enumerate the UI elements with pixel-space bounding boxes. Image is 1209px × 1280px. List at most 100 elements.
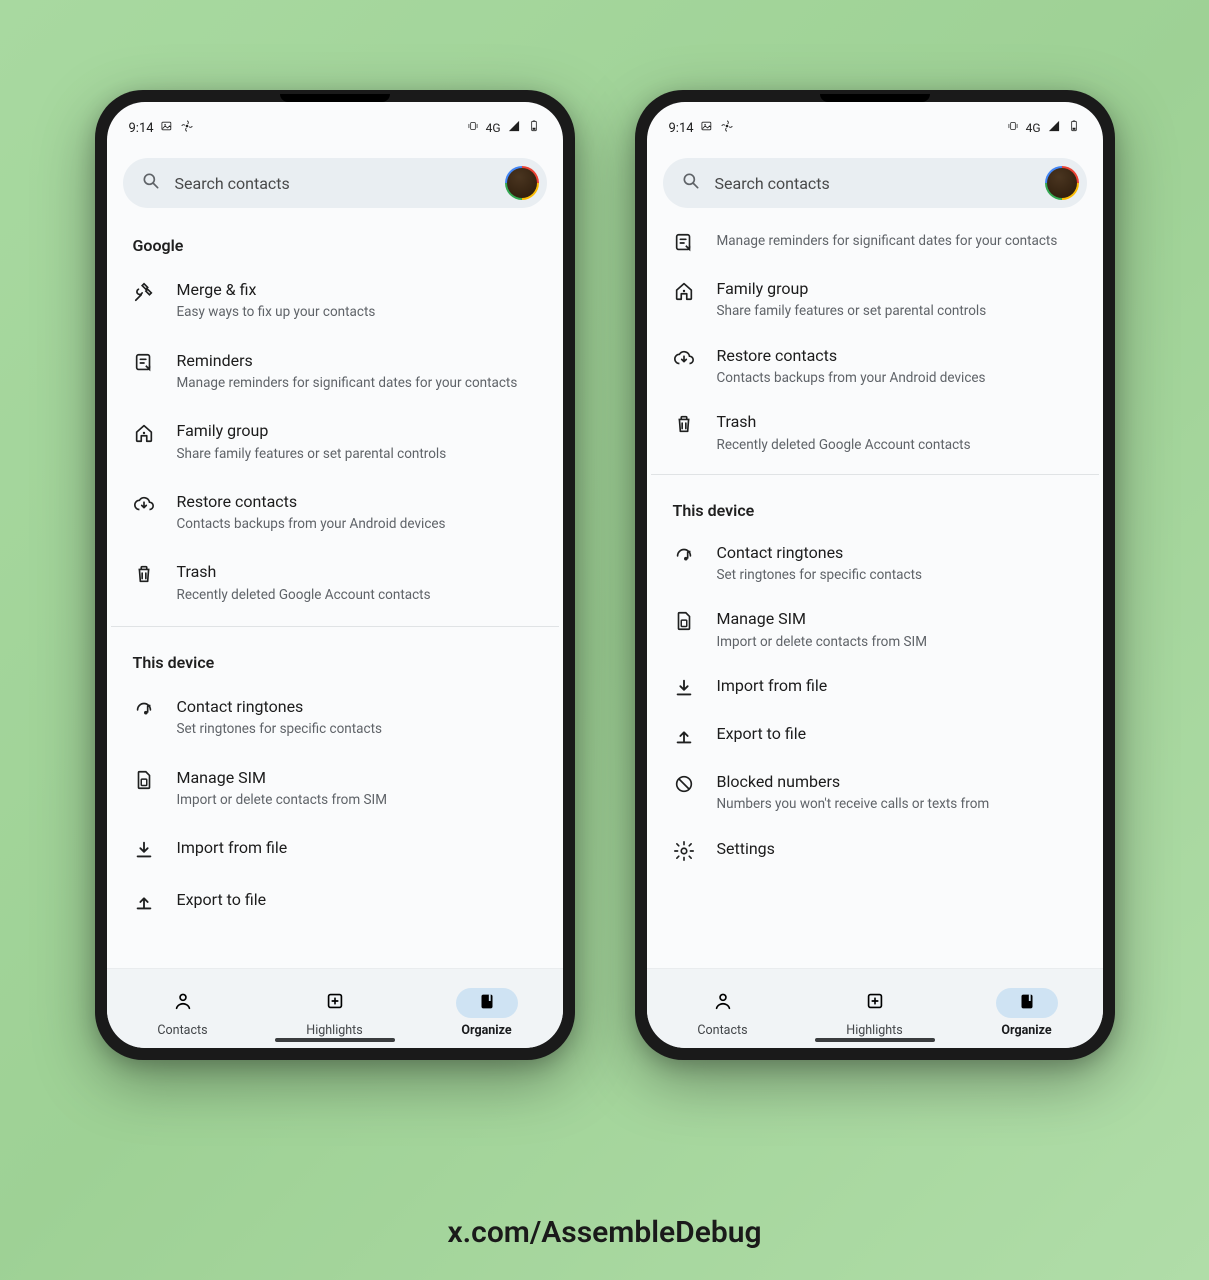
nav-label: Organize (1001, 1023, 1051, 1038)
search-placeholder: Search contacts (715, 174, 1031, 193)
organize-icon (476, 990, 498, 1016)
list-item-title: Export to file (717, 723, 1081, 745)
content-scroll-left[interactable]: Google Merge & fix Easy ways to fix up y… (107, 218, 563, 968)
signal-icon (1047, 119, 1061, 137)
list-item-title: Merge & fix (177, 279, 541, 301)
gesture-bar[interactable] (275, 1038, 395, 1042)
network-label: 4G (486, 121, 501, 135)
fan-icon (180, 119, 194, 137)
section-header-this-device: This device (111, 635, 559, 682)
list-item-subtitle: Recently deleted Google Account contacts (717, 436, 1081, 454)
list-item-import-from-file[interactable]: Import from file (651, 663, 1099, 711)
section-header-google: Google (111, 218, 559, 265)
image-caption: x.com/AssembleDebug (0, 1215, 1209, 1250)
search-icon (141, 171, 161, 195)
download-icon (673, 677, 695, 699)
list-item-family-group[interactable]: Family group Share family features or se… (111, 406, 559, 477)
note-icon (133, 352, 155, 374)
nav-organize[interactable]: Organize (411, 969, 563, 1048)
status-time: 9:14 (129, 121, 154, 136)
nav-contacts[interactable]: Contacts (107, 969, 259, 1048)
list-item-trash[interactable]: Trash Recently deleted Google Account co… (651, 399, 1099, 466)
home-icon (673, 280, 695, 302)
list-item-manage-reminders-for-significant-dates-for-your-contacts[interactable]: Manage reminders for significant dates f… (651, 218, 1099, 266)
cloud-download-icon (133, 493, 155, 515)
block-icon (673, 773, 695, 795)
list-item-title: Import from file (177, 837, 541, 859)
list-item-subtitle: Set ringtones for specific contacts (177, 720, 541, 738)
nav-label: Contacts (697, 1023, 747, 1038)
list-item-title: Contact ringtones (717, 542, 1081, 564)
highlights-icon (864, 990, 886, 1016)
section-divider (111, 626, 559, 627)
list-item-title: Reminders (177, 350, 541, 372)
list-item-title: Trash (717, 411, 1081, 433)
content-scroll-right[interactable]: Manage reminders for significant dates f… (647, 218, 1103, 968)
list-item-merge-fix[interactable]: Merge & fix Easy ways to fix up your con… (111, 265, 559, 336)
network-label: 4G (1026, 121, 1041, 135)
upload-icon (133, 891, 155, 913)
nav-label: Highlights (306, 1023, 362, 1038)
list-item-import-from-file[interactable]: Import from file (111, 823, 559, 875)
list-item-subtitle: Import or delete contacts from SIM (177, 791, 541, 809)
tools-icon (133, 281, 155, 303)
settings-icon (673, 840, 695, 862)
list-item-title: Contact ringtones (177, 696, 541, 718)
music-note-icon (133, 698, 155, 720)
trash-icon (673, 413, 695, 435)
list-item-manage-sim[interactable]: Manage SIM Import or delete contacts fro… (651, 596, 1099, 663)
list-item-title: Settings (717, 838, 1081, 860)
list-item-subtitle: Share family features or set parental co… (717, 302, 1081, 320)
status-bar: 9:14 4G (107, 112, 563, 144)
trash-icon (133, 563, 155, 585)
list-item-subtitle: Easy ways to fix up your contacts (177, 303, 541, 321)
vibrate-icon (1006, 119, 1020, 137)
screen-right: 9:14 4G Search contacts Manag (647, 102, 1103, 1048)
music-note-icon (673, 544, 695, 566)
gesture-bar[interactable] (815, 1038, 935, 1042)
list-item-reminders[interactable]: Reminders Manage reminders for significa… (111, 336, 559, 407)
search-bar[interactable]: Search contacts (123, 158, 547, 208)
list-item-blocked-numbers[interactable]: Blocked numbers Numbers you won't receiv… (651, 759, 1099, 826)
search-placeholder: Search contacts (175, 174, 491, 193)
list-item-trash[interactable]: Trash Recently deleted Google Account co… (111, 547, 559, 618)
list-item-title: Trash (177, 561, 541, 583)
image-icon (700, 119, 714, 137)
list-item-title: Restore contacts (177, 491, 541, 513)
nav-highlights[interactable]: Highlights (799, 969, 951, 1048)
list-item-settings[interactable]: Settings (651, 826, 1099, 874)
nav-label: Organize (461, 1023, 511, 1038)
note-icon (673, 232, 695, 254)
screen-left: 9:14 4G Search contacts Google Merge (107, 102, 563, 1048)
account-avatar[interactable] (1045, 166, 1079, 200)
nav-organize[interactable]: Organize (951, 969, 1103, 1048)
signal-icon (507, 119, 521, 137)
contacts-icon (712, 990, 734, 1016)
nav-contacts[interactable]: Contacts (647, 969, 799, 1048)
list-item-title: Family group (177, 420, 541, 442)
list-item-export-to-file[interactable]: Export to file (111, 875, 559, 927)
list-item-subtitle: Manage reminders for significant dates f… (177, 374, 541, 392)
section-header-this-device: This device (651, 483, 1099, 530)
list-item-subtitle: Share family features or set parental co… (177, 445, 541, 463)
highlights-icon (324, 990, 346, 1016)
list-item-manage-sim[interactable]: Manage SIM Import or delete contacts fro… (111, 753, 559, 824)
list-item-restore-contacts[interactable]: Restore contacts Contacts backups from y… (651, 333, 1099, 400)
list-item-family-group[interactable]: Family group Share family features or se… (651, 266, 1099, 333)
status-time: 9:14 (669, 121, 694, 136)
nav-highlights[interactable]: Highlights (259, 969, 411, 1048)
list-item-title: Import from file (717, 675, 1081, 697)
list-item-contact-ringtones[interactable]: Contact ringtones Set ringtones for spec… (111, 682, 559, 753)
contacts-icon (172, 990, 194, 1016)
list-item-subtitle: Recently deleted Google Account contacts (177, 586, 541, 604)
list-item-restore-contacts[interactable]: Restore contacts Contacts backups from y… (111, 477, 559, 548)
list-item-export-to-file[interactable]: Export to file (651, 711, 1099, 759)
list-item-subtitle: Import or delete contacts from SIM (717, 633, 1081, 651)
sim-icon (133, 769, 155, 791)
list-item-contact-ringtones[interactable]: Contact ringtones Set ringtones for spec… (651, 530, 1099, 597)
account-avatar[interactable] (505, 166, 539, 200)
list-item-subtitle: Manage reminders for significant dates f… (717, 232, 1081, 250)
search-bar[interactable]: Search contacts (663, 158, 1087, 208)
organize-icon (1016, 990, 1038, 1016)
battery-icon (527, 119, 541, 137)
